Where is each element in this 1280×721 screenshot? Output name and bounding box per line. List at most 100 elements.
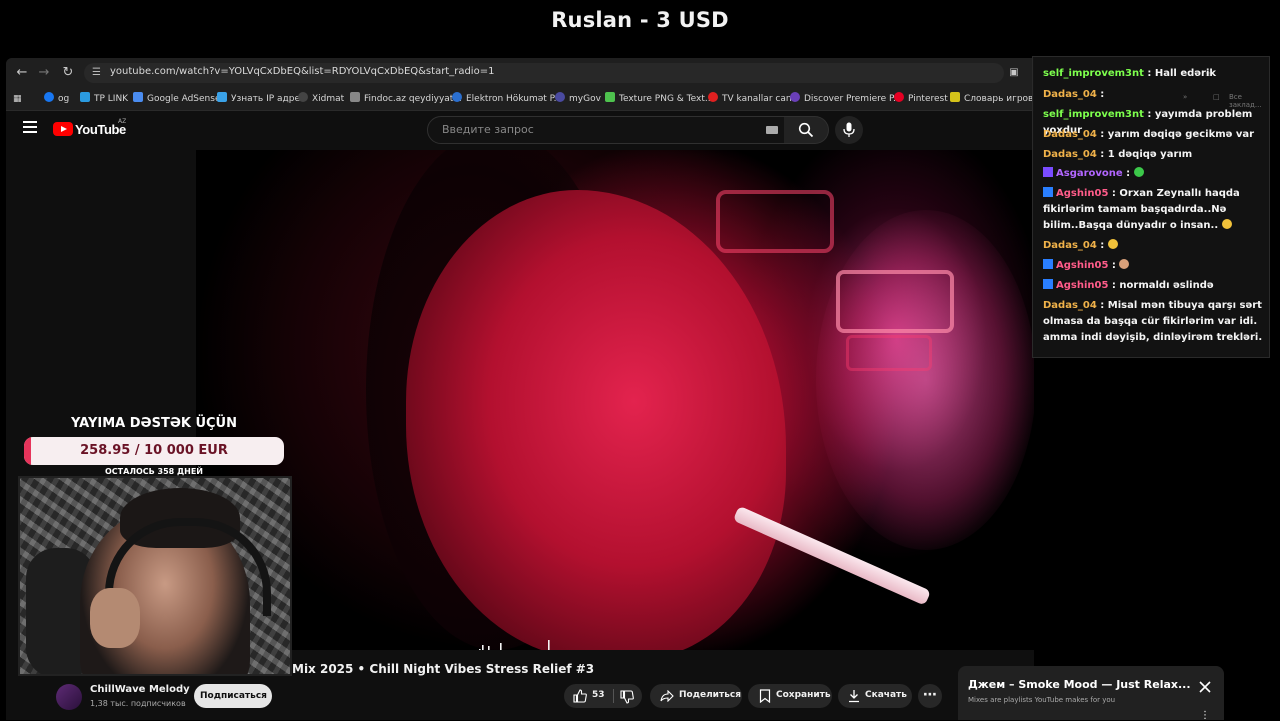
adsense-icon bbox=[133, 92, 143, 102]
apps-icon[interactable]: ▦ bbox=[13, 92, 22, 106]
bookmark-item[interactable]: Discover Premiere P... bbox=[790, 92, 902, 106]
donation-days-left: ОСТАЛОСЬ 358 ДНЕЙ bbox=[105, 467, 203, 476]
share-button[interactable]: Поделиться bbox=[650, 684, 742, 708]
waveform-bar bbox=[488, 646, 490, 650]
waveform-bar bbox=[479, 649, 481, 650]
bookmark-item[interactable]: Xidmat bbox=[298, 92, 344, 106]
emoji-icon bbox=[1119, 259, 1130, 269]
tv-icon bbox=[708, 92, 718, 102]
back-icon[interactable]: ← bbox=[14, 65, 30, 81]
emoji-icon bbox=[1107, 239, 1118, 249]
bookmark-item[interactable]: TP LINK bbox=[80, 92, 128, 106]
facebook-icon bbox=[44, 92, 54, 102]
subscriber-badge-icon bbox=[1043, 167, 1053, 177]
search-icon bbox=[798, 122, 814, 138]
search-button[interactable] bbox=[784, 116, 829, 144]
channel-avatar[interactable] bbox=[56, 684, 82, 710]
search-input[interactable] bbox=[440, 122, 744, 137]
download-button[interactable]: Скачать bbox=[838, 684, 912, 708]
voice-search-button[interactable] bbox=[835, 116, 863, 144]
chat-message: Dadas_04 : bbox=[1043, 89, 1105, 100]
stream-chat-overlay: ≡ » □ Все заклад... self_improvem3nt : H… bbox=[1032, 56, 1270, 358]
bookmark-item[interactable]: Узнать IP адрес bbox=[217, 92, 305, 106]
share-label: Поделиться bbox=[679, 690, 742, 700]
bookmark-item[interactable]: Findoc.az qeydiyyat... bbox=[350, 92, 462, 106]
mic-icon bbox=[843, 122, 855, 137]
like-button[interactable]: 53 bbox=[564, 684, 612, 708]
video-frame-neon-sign bbox=[836, 270, 954, 333]
bookmark-item[interactable]: Texture PNG & Text... bbox=[605, 92, 713, 106]
mix-notification-title[interactable]: Джем – Smoke Mood — Just Relax... bbox=[968, 678, 1191, 691]
video-frame-neon-sign bbox=[716, 190, 834, 253]
video-frame-smoke bbox=[816, 210, 1034, 550]
address-bar: ← → ↻ ☰ youtube.com/watch?v=YOLVqCxDbEQ&… bbox=[6, 58, 1034, 88]
mix-notification-subtitle: Mixes are playlists YouTube makes for yo… bbox=[968, 696, 1116, 704]
chat-message: Agshin05 : Orxan Zeynallı haqda fikirlər… bbox=[1043, 187, 1240, 231]
thumbs-down-icon bbox=[620, 690, 634, 704]
keyboard-icon[interactable] bbox=[766, 126, 778, 134]
waveform-bar bbox=[500, 643, 502, 650]
video-frame-face bbox=[406, 190, 786, 650]
url-field[interactable]: ☰ youtube.com/watch?v=YOLVqCxDbEQ&list=R… bbox=[84, 63, 1004, 83]
donation-progress-bar: 258.95 / 10 000 EUR bbox=[24, 437, 284, 465]
bookmark-item[interactable]: Pinterest bbox=[894, 92, 948, 106]
chat-message: Dadas_04 : Misal mən tibuya qarşı sərt o… bbox=[1043, 300, 1263, 343]
subscriber-badge-icon bbox=[1043, 279, 1053, 289]
bookmark-item[interactable]: myGov bbox=[555, 92, 601, 106]
webcam-streamer-hand bbox=[90, 588, 140, 648]
save-button[interactable]: Сохранить bbox=[748, 684, 832, 708]
bookmarks-bar: ▦ og TP LINK Google AdSense Узнать IP ад… bbox=[6, 88, 1034, 111]
site-info-icon[interactable]: ☰ bbox=[92, 67, 104, 79]
chat-message: Agshin05 : normaldı əslində bbox=[1043, 278, 1263, 294]
cast-icon[interactable]: ▣ bbox=[1006, 65, 1022, 81]
country-code: AZ bbox=[118, 118, 127, 125]
forward-icon[interactable]: → bbox=[36, 65, 52, 81]
chat-message: Agshin05 : bbox=[1043, 258, 1263, 274]
donation-amount: 258.95 / 10 000 EUR bbox=[80, 443, 228, 458]
emoji-icon bbox=[1133, 167, 1144, 177]
donation-alert-title: Ruslan - 3 USD bbox=[551, 8, 729, 32]
chat-message: Dadas_04 : yarım dəqiqə gecikmə var bbox=[1043, 129, 1255, 140]
save-label: Сохранить bbox=[776, 690, 831, 700]
bookmark-item[interactable]: og bbox=[44, 92, 69, 106]
youtube-header: YouTube AZ bbox=[6, 111, 1034, 149]
waveform-bar bbox=[482, 645, 484, 650]
chat-message: self_improvem3nt : Hall edərik bbox=[1043, 68, 1217, 79]
close-icon[interactable] bbox=[1198, 680, 1212, 694]
more-actions-button[interactable]: ⋯ bbox=[918, 684, 942, 708]
bookmark-item[interactable]: Elektron Hökumət P... bbox=[452, 92, 562, 106]
ehokumet-icon bbox=[452, 92, 462, 102]
more-vertical-icon[interactable]: ⋮ bbox=[1200, 710, 1210, 721]
chat-message: Dadas_04 : bbox=[1043, 238, 1263, 254]
dislike-button[interactable] bbox=[614, 684, 642, 708]
like-dislike-group: 53 bbox=[564, 684, 642, 708]
findoc-icon bbox=[350, 92, 360, 102]
download-label: Скачать bbox=[865, 690, 907, 700]
subscriber-badge-icon bbox=[1043, 259, 1053, 269]
clap-emoji-icon bbox=[1221, 219, 1232, 229]
subscriber-badge-icon bbox=[1043, 187, 1053, 197]
video-title: Mix 2025 • Chill Night Vibes Stress Reli… bbox=[292, 662, 595, 676]
webcam-overlay bbox=[18, 476, 292, 676]
bookmark-item[interactable]: Словарь игровых bbox=[950, 92, 1034, 106]
subscribe-button[interactable]: Подписаться bbox=[194, 684, 272, 708]
video-frame-neon-sign bbox=[846, 335, 932, 371]
bookmark-icon bbox=[759, 689, 771, 703]
ip-icon bbox=[217, 92, 227, 102]
tplink-icon bbox=[80, 92, 90, 102]
video-player[interactable] bbox=[196, 150, 1034, 650]
donation-goal-title: YAYIMA DƏSTƏK ÜÇÜN bbox=[71, 416, 237, 431]
hamburger-menu-icon[interactable] bbox=[23, 121, 37, 133]
mix-notification[interactable]: Джем – Smoke Mood — Just Relax... Mixes … bbox=[958, 666, 1224, 721]
channel-name[interactable]: ChillWave Melody bbox=[90, 684, 190, 695]
reload-icon[interactable]: ↻ bbox=[60, 65, 76, 81]
youtube-logo-icon[interactable] bbox=[53, 122, 73, 136]
mygov-icon bbox=[555, 92, 565, 102]
bookmark-item[interactable]: Google AdSense bbox=[133, 92, 221, 106]
search-box[interactable] bbox=[427, 116, 786, 144]
audio-waveform bbox=[479, 640, 550, 650]
share-icon bbox=[660, 690, 674, 702]
more-horizontal-icon: ⋯ bbox=[923, 687, 937, 703]
bookmark-item[interactable]: TV kanallar canli bbox=[708, 92, 797, 106]
texture-icon bbox=[605, 92, 615, 102]
